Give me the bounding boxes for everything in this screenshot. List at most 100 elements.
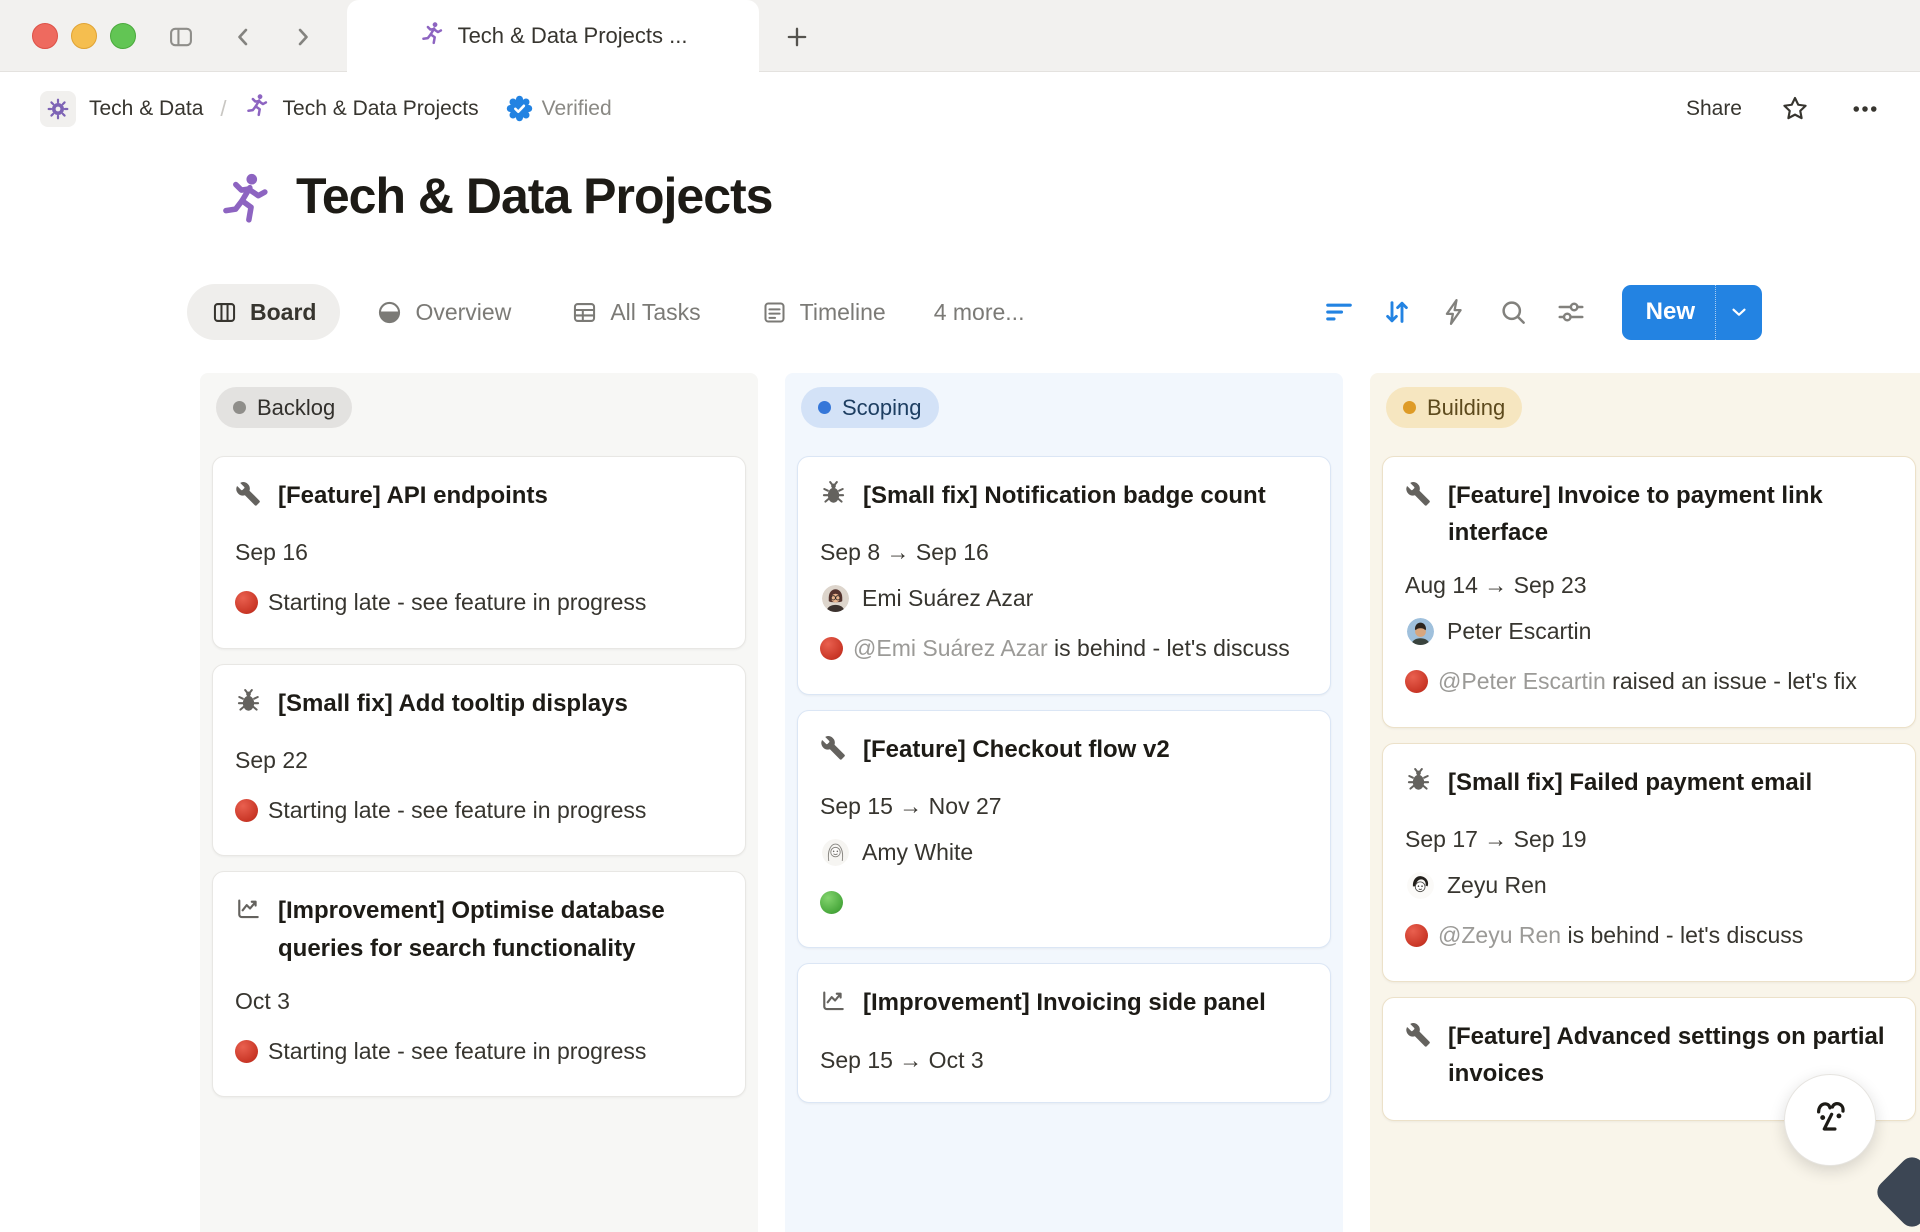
assignee-name: Amy White bbox=[862, 839, 973, 866]
tab-title: Tech & Data Projects ... bbox=[458, 23, 688, 49]
status-red-dot-icon bbox=[1405, 924, 1428, 947]
card-title-text: [Feature] API endpoints bbox=[278, 477, 548, 518]
new-tab-icon[interactable] bbox=[782, 22, 812, 52]
close-window-button[interactable] bbox=[32, 23, 58, 49]
new-button-dropdown[interactable] bbox=[1715, 285, 1762, 340]
card--feature-invoice-to-payment-link-interfa[interactable]: [Feature] Invoice to payment link interf… bbox=[1382, 456, 1916, 728]
minimize-window-button[interactable] bbox=[71, 23, 97, 49]
assignee-name: Emi Suárez Azar bbox=[862, 585, 1033, 612]
running-person-icon bbox=[244, 93, 270, 125]
automation-bolt-icon[interactable] bbox=[1438, 295, 1472, 329]
card--improvement-optimise-database-queries-f[interactable]: [Improvement] Optimise database queries … bbox=[212, 871, 746, 1097]
column-name: Scoping bbox=[842, 395, 922, 421]
card--feature-checkout-flow-v2[interactable]: [Feature] Checkout flow v2Sep 15 → Nov 2… bbox=[797, 710, 1331, 949]
card-date: Sep 17 → Sep 19 bbox=[1405, 826, 1893, 853]
breadcrumb-separator: / bbox=[220, 96, 226, 122]
card-title-text: [Feature] Checkout flow v2 bbox=[863, 731, 1170, 772]
card--improvement-invoicing-side-panel[interactable]: [Improvement] Invoicing side panel Sep 15… bbox=[797, 963, 1331, 1102]
status-text: raised an issue - let's fix bbox=[1606, 668, 1857, 694]
tab-board-label: Board bbox=[250, 299, 316, 326]
status-dot-icon bbox=[1403, 401, 1416, 414]
card-assignee: Peter Escartin bbox=[1405, 618, 1893, 645]
column-header-pill-building[interactable]: Building bbox=[1386, 387, 1522, 428]
column-name: Backlog bbox=[257, 395, 335, 421]
traffic-lights bbox=[32, 23, 136, 49]
running-person-icon bbox=[419, 21, 445, 52]
card-status-comment: @Zeyu Ren is behind - let's discuss bbox=[1405, 918, 1893, 953]
chart-icon bbox=[235, 892, 262, 966]
card-assignee: Zeyu Ren bbox=[1405, 872, 1893, 899]
assignee-name: Peter Escartin bbox=[1447, 618, 1591, 645]
status-text: Starting late - see feature in progress bbox=[268, 589, 646, 615]
card-date: Aug 14 → Sep 23 bbox=[1405, 572, 1893, 599]
card-title-text: [Small fix] Failed payment email bbox=[1448, 764, 1812, 805]
new-button-label[interactable]: New bbox=[1622, 285, 1715, 340]
card-status-comment bbox=[820, 885, 1308, 920]
app-tab[interactable]: Tech & Data Projects ... bbox=[347, 0, 759, 72]
more-options-icon[interactable] bbox=[1848, 92, 1882, 126]
page-head: Tech & Data Projects bbox=[0, 159, 1920, 259]
header-bar: Tech & Data / Tech & Data Projects Verif… bbox=[0, 72, 1920, 145]
view-bar: Board Overview All Tasks Timeline 4 more… bbox=[0, 283, 1920, 341]
wrench-icon bbox=[820, 731, 847, 772]
bug-icon bbox=[1405, 764, 1432, 805]
card-title-text: [Small fix] Add tooltip displays bbox=[278, 685, 628, 726]
card--small-fix-notification-badge-count[interactable]: [Small fix] Notification badge countSep … bbox=[797, 456, 1331, 695]
back-icon[interactable] bbox=[228, 22, 258, 52]
more-views-button[interactable]: 4 more... bbox=[934, 299, 1025, 326]
chart-icon bbox=[820, 984, 847, 1025]
card-date: Sep 15 → Oct 3 bbox=[820, 1047, 1308, 1074]
sort-icon[interactable] bbox=[1380, 295, 1414, 329]
breadcrumb-workspace[interactable]: Tech & Data bbox=[89, 97, 203, 121]
sidebar-toggle-icon[interactable] bbox=[166, 22, 196, 52]
status-red-dot-icon bbox=[235, 591, 258, 614]
column-header-pill-backlog[interactable]: Backlog bbox=[216, 387, 352, 428]
card-status-comment: @Emi Suárez Azar is behind - let's discu… bbox=[820, 631, 1308, 666]
board-column-backlog: Backlog [Feature] API endpointsSep 16Star… bbox=[200, 373, 758, 1232]
filter-icon[interactable] bbox=[1322, 295, 1356, 329]
board-column-scoping: Scoping [Small fix] Notification badge c… bbox=[785, 373, 1343, 1232]
search-icon[interactable] bbox=[1496, 295, 1530, 329]
card-title: [Improvement] Optimise database queries … bbox=[235, 892, 723, 966]
new-button[interactable]: New bbox=[1622, 285, 1762, 340]
workspace-gear-icon[interactable] bbox=[40, 91, 76, 127]
status-text: is behind - let's discuss bbox=[1048, 635, 1290, 661]
zoom-window-button[interactable] bbox=[110, 23, 136, 49]
status-red-dot-icon bbox=[1405, 670, 1428, 693]
card-title-text: [Feature] Invoice to payment link interf… bbox=[1448, 477, 1893, 551]
card-title: [Feature] API endpoints bbox=[235, 477, 723, 518]
avatar bbox=[822, 839, 849, 866]
view-toolbar: New bbox=[1322, 285, 1762, 340]
card-title: [Improvement] Invoicing side panel bbox=[820, 984, 1308, 1025]
tab-overview[interactable]: Overview bbox=[352, 284, 535, 340]
favorite-star-icon[interactable] bbox=[1778, 92, 1812, 126]
status-text: is behind - let's discuss bbox=[1561, 922, 1803, 948]
notion-ai-face-button[interactable] bbox=[1784, 1074, 1876, 1166]
card--feature-api-endpoints[interactable]: [Feature] API endpointsSep 16Starting la… bbox=[212, 456, 746, 649]
card-date: Sep 22 bbox=[235, 747, 723, 774]
tab-overview-label: Overview bbox=[415, 299, 511, 326]
view-settings-sliders-icon[interactable] bbox=[1554, 295, 1588, 329]
bug-icon bbox=[235, 685, 262, 726]
share-button[interactable]: Share bbox=[1686, 97, 1742, 121]
tab-all-tasks[interactable]: All Tasks bbox=[547, 284, 724, 340]
card-status-comment: @Peter Escartin raised an issue - let's … bbox=[1405, 664, 1893, 699]
column-header-pill-scoping[interactable]: Scoping bbox=[801, 387, 939, 428]
breadcrumb-page[interactable]: Tech & Data Projects bbox=[283, 97, 479, 121]
card--small-fix-add-tooltip-displays[interactable]: [Small fix] Add tooltip displaysSep 22St… bbox=[212, 664, 746, 857]
avatar bbox=[1407, 872, 1434, 899]
card-title: [Feature] Invoice to payment link interf… bbox=[1405, 477, 1893, 551]
tab-board[interactable]: Board bbox=[187, 284, 340, 340]
page-icon-running-person[interactable] bbox=[216, 171, 274, 234]
bug-icon bbox=[820, 477, 847, 518]
card--small-fix-failed-payment-email[interactable]: [Small fix] Failed payment email Sep 17 →… bbox=[1382, 743, 1916, 982]
avatar bbox=[822, 585, 849, 612]
status-mention: @Zeyu Ren bbox=[1438, 922, 1561, 948]
card-title-text: [Improvement] Invoicing side panel bbox=[863, 984, 1266, 1025]
card-status-comment: Starting late - see feature in progress bbox=[235, 585, 723, 620]
tab-timeline[interactable]: Timeline bbox=[737, 284, 910, 340]
status-mention: @Emi Suárez Azar bbox=[853, 635, 1048, 661]
wrench-icon bbox=[1405, 1018, 1432, 1092]
column-cards: [Feature] Invoice to payment link interf… bbox=[1382, 456, 1916, 1121]
forward-icon[interactable] bbox=[288, 22, 318, 52]
